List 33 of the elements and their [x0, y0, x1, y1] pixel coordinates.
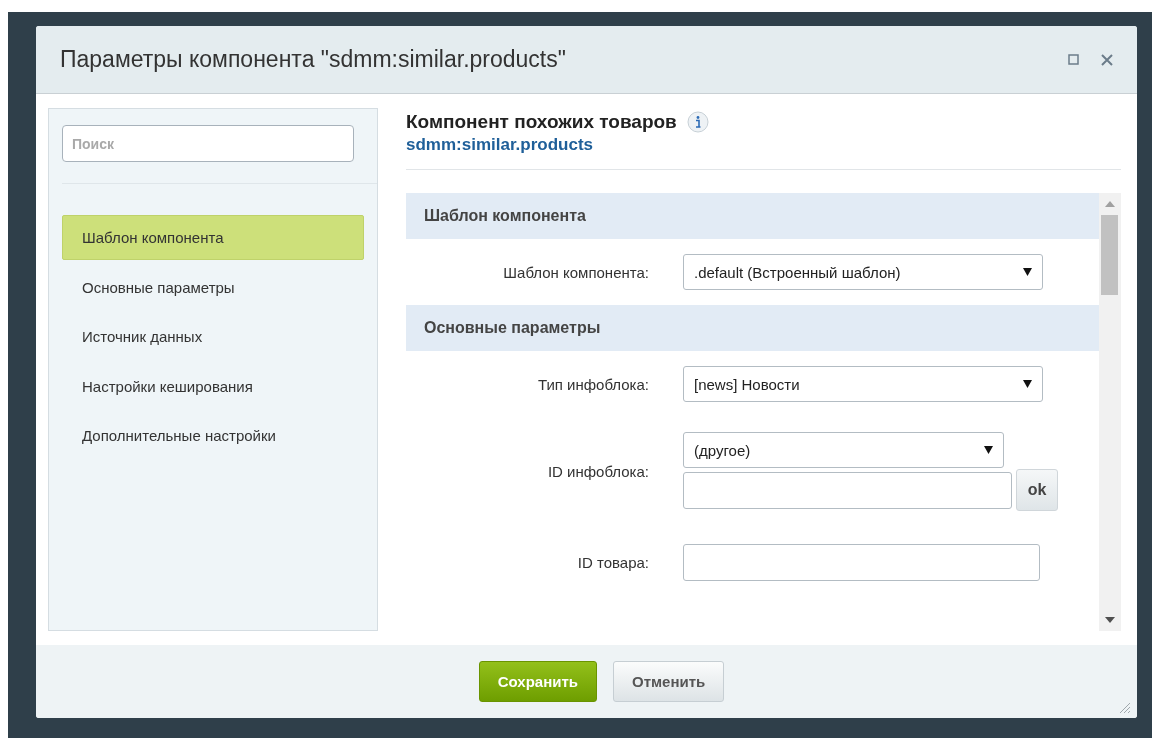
component-title: Компонент похожих товаров: [406, 111, 677, 133]
sidebar-item[interactable]: Источник данных: [62, 314, 364, 359]
caret-icon: [1023, 380, 1032, 388]
maximize-icon[interactable]: [1068, 54, 1079, 65]
component-code: sdmm:similar.products: [406, 135, 594, 154]
select-field[interactable]: (другое): [683, 432, 1004, 468]
window-title: Параметры компонента "sdmm:similar.products": [60, 46, 567, 73]
field-label: Тип инфоблока:: [536, 375, 649, 393]
select-field[interactable]: .default (Встроенный шаблон): [683, 254, 1043, 290]
scrollbar[interactable]: [1099, 193, 1121, 631]
field-label: ID товара:: [576, 554, 649, 571]
input-field[interactable]: [683, 471, 1012, 509]
input-field[interactable]: [683, 544, 1040, 581]
sidebar-item[interactable]: Настройки кеширования: [62, 363, 364, 409]
sidebar-item[interactable]: Дополнительные настройки: [62, 413, 364, 458]
section-header: Основные параметры: [406, 305, 1099, 351]
resize-grip-icon[interactable]: [1117, 700, 1131, 714]
ok-button[interactable]: ok: [1016, 469, 1058, 511]
sidebar-item[interactable]: Основные параметры: [62, 264, 364, 310]
section-header: Шаблон компонента: [406, 193, 1099, 239]
scroll-up-icon[interactable]: [1105, 201, 1115, 207]
search-field[interactable]: Поиск: [62, 125, 354, 162]
select-field[interactable]: [news] Новости: [683, 366, 1043, 402]
field-label: ID инфоблока:: [546, 463, 649, 480]
close-icon[interactable]: [1101, 53, 1113, 66]
caret-icon: [984, 446, 993, 454]
cancel-button[interactable]: Отменить: [613, 661, 725, 702]
sidebar-item[interactable]: Шаблон компонента: [62, 215, 364, 260]
info-icon[interactable]: [686, 111, 709, 133]
scrollbar-thumb[interactable]: [1101, 215, 1118, 295]
scroll-down-icon[interactable]: [1105, 617, 1115, 623]
caret-icon: [1023, 268, 1032, 276]
field-label: Шаблон компонента:: [502, 263, 649, 281]
